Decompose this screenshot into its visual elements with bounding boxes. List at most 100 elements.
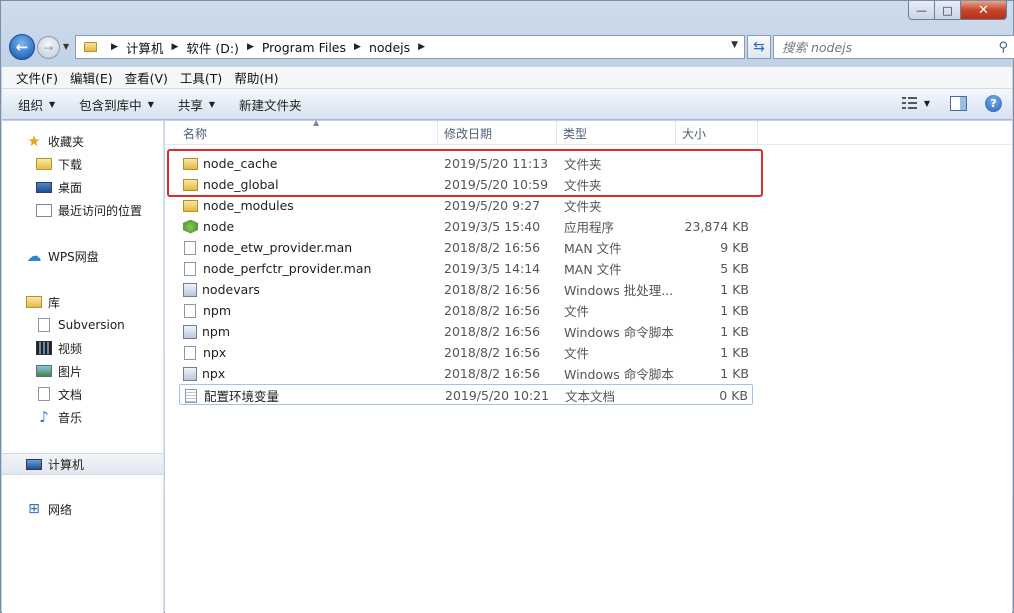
script-icon [183,324,197,339]
file-name-cell: npm [183,321,230,342]
nav-desktop[interactable]: 桌面 [2,177,163,197]
nav-documents[interactable]: 文档 [2,384,163,404]
breadcrumb-computer[interactable]: 计算机 [126,38,164,57]
computer-icon [26,458,42,470]
file-name: 配置环境变量 [204,389,280,404]
file-name: node [203,219,235,234]
file-date: 2019/5/20 9:27 [444,198,541,213]
nav-downloads[interactable]: 下载 [2,154,163,174]
nav-videos[interactable]: 视频 [2,338,163,358]
nav-music[interactable]: ♪ 音乐 [2,407,163,427]
file-name: npm [203,303,232,318]
nav-recent-places[interactable]: 最近访问的位置 [2,200,163,220]
file-row[interactable]: nodevars 2018/8/2 16:56 Windows 批处理... 1 KB [179,279,753,300]
refresh-icon: ⇆ [753,39,765,55]
breadcrumb-nodejs[interactable]: nodejs [369,40,410,55]
menu-help[interactable]: 帮助(H) [228,68,284,87]
forward-button[interactable]: → [37,36,60,59]
menu-file[interactable]: 文件(F) [10,68,64,87]
file-icon [184,261,196,276]
file-date: 2019/3/5 14:14 [444,261,541,276]
chevron-right-icon[interactable]: ▶ [171,42,178,52]
column-header-name[interactable]: 名称 ▲ [177,118,438,145]
text-document-icon [185,388,197,403]
address-bar[interactable]: ▶ 计算机 ▶ 软件 (D:) ▶ Program Files ▶ nodejs… [75,35,745,59]
maximize-button[interactable]: □ [935,1,961,20]
file-row[interactable]: npx 2018/8/2 16:56 文件 1 KB [179,342,753,363]
new-folder-button[interactable]: 新建文件夹 [239,95,302,114]
nav-subversion-label: Subversion [58,318,125,332]
address-dropdown-icon[interactable]: ▼ [731,40,738,50]
refresh-button[interactable]: ⇆ [747,35,771,59]
file-name: npx [203,345,227,360]
breadcrumb-program-files[interactable]: Program Files [262,40,346,55]
view-controls: ▼ ? [901,95,1002,112]
file-row[interactable]: node_etw_provider.man 2018/8/2 16:56 MAN 文… [179,237,753,258]
file-date: 2019/5/20 10:21 [445,388,550,403]
chevron-down-icon[interactable]: ▼ [924,99,930,108]
nav-videos-label: 视频 [58,341,83,356]
nav-wps-drive[interactable]: ☁ WPS网盘 [2,246,163,266]
recent-pages-dropdown[interactable]: ▼ [63,42,69,51]
file-type: Windows 命令脚本 [564,325,674,340]
navigation-pane: ★ 收藏夹 下载 桌面 最近访问的位置 ☁ WPS网盘 库 Subversion [2,121,164,613]
include-in-library-button[interactable]: 包含到库中 ▼ [79,95,154,114]
video-icon [36,341,52,355]
nav-favorites-label: 收藏夹 [48,134,85,149]
nav-subversion[interactable]: Subversion [2,315,163,335]
picture-icon [36,365,52,377]
search-input[interactable] [782,39,982,55]
file-size: 1 KB [720,282,749,297]
menu-tools[interactable]: 工具(T) [174,68,228,87]
column-header-type[interactable]: 类型 [557,121,676,145]
chevron-down-icon: ▼ [208,99,216,109]
file-row[interactable]: node 2019/3/5 15:40 应用程序 23,874 KB [179,216,753,237]
share-button[interactable]: 共享 ▼ [178,95,215,114]
menu-edit[interactable]: 编辑(E) [64,68,119,87]
chevron-right-icon[interactable]: ▶ [111,42,118,52]
close-button[interactable]: ✕ [961,1,1007,20]
back-button[interactable]: ← [9,34,35,60]
preview-pane-icon[interactable] [950,96,967,111]
file-type: 应用程序 [564,220,615,235]
file-row[interactable]: npm 2018/8/2 16:56 文件 1 KB [179,300,753,321]
organize-label: 组织 [18,97,44,113]
nav-favorites[interactable]: ★ 收藏夹 [2,131,163,151]
file-row[interactable]: npm 2018/8/2 16:56 Windows 命令脚本 1 KB [179,321,753,342]
chevron-right-icon[interactable]: ▶ [418,42,425,52]
search-icon[interactable]: ⚲ [998,40,1008,55]
nav-network[interactable]: ⊞ 网络 [2,499,163,519]
minimize-button[interactable]: — [908,1,935,20]
sort-ascending-icon: ▲ [313,118,320,127]
nav-pictures[interactable]: 图片 [2,361,163,381]
share-label: 共享 [177,97,203,113]
file-row[interactable]: node_modules 2019/5/20 9:27 文件夹 [179,195,753,216]
file-icon [184,240,196,255]
column-headers: 名称 ▲ 修改日期 类型 大小 [165,118,1012,145]
file-type: MAN 文件 [564,262,622,277]
new-folder-label: 新建文件夹 [239,97,302,113]
help-icon[interactable]: ? [985,95,1002,112]
script-icon [183,366,197,381]
file-type: MAN 文件 [564,241,622,256]
cloud-icon: ☁ [26,247,42,265]
chevron-right-icon[interactable]: ▶ [354,42,361,52]
nav-network-label: 网络 [48,502,73,517]
file-row[interactable]: npx 2018/8/2 16:56 Windows 命令脚本 1 KB [179,363,753,384]
file-row[interactable]: 配置环境变量 2019/5/20 10:21 文本文档 0 KB [179,384,753,405]
file-name-cell: npm [183,300,231,321]
recent-places-icon [36,203,52,217]
column-type-label: 类型 [563,126,588,141]
column-header-size[interactable]: 大小 [676,121,758,145]
chevron-right-icon[interactable]: ▶ [247,42,254,52]
file-size: 23,874 KB [684,219,749,234]
file-size: 0 KB [719,388,748,403]
column-header-date[interactable]: 修改日期 [438,121,557,145]
menu-view[interactable]: 查看(V) [119,68,174,87]
nav-computer[interactable]: 计算机 [2,453,163,475]
view-details-icon[interactable] [901,96,918,111]
file-row[interactable]: node_perfctr_provider.man 2019/3/5 14:14 M… [179,258,753,279]
nav-libraries[interactable]: 库 [2,292,163,312]
organize-button[interactable]: 组织 ▼ [18,95,55,114]
breadcrumb-drive-d[interactable]: 软件 (D:) [186,38,239,57]
